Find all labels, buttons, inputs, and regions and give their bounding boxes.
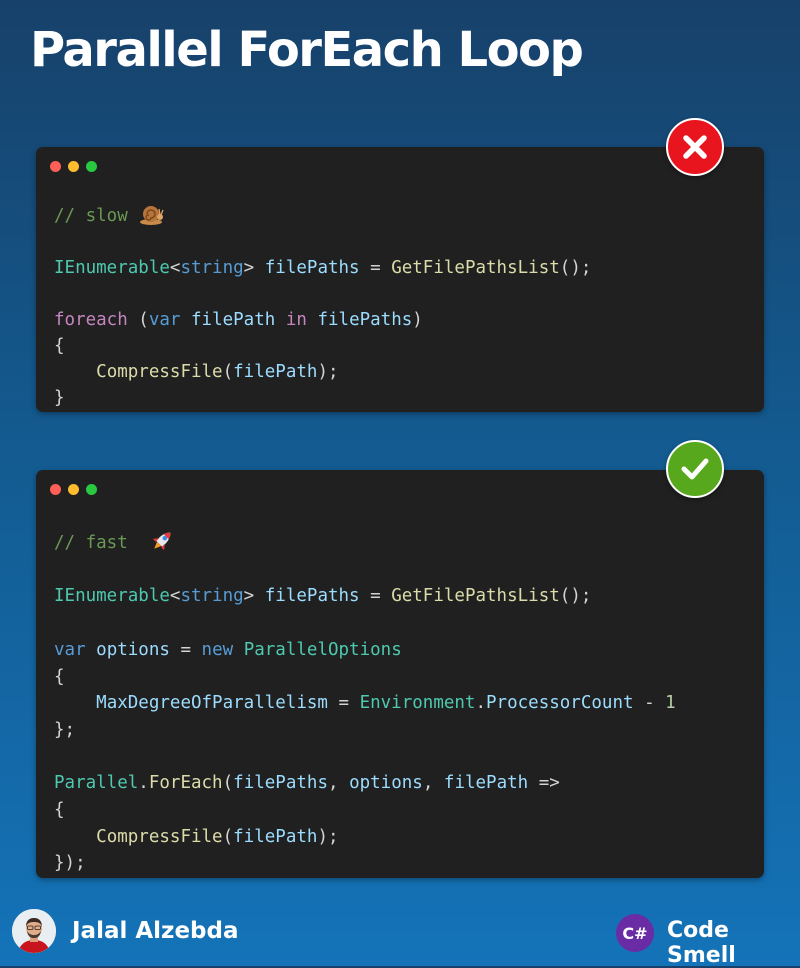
call-end: );	[317, 362, 339, 382]
window-controls	[50, 484, 97, 495]
kw-foreach: foreach	[54, 310, 128, 330]
prop-maxdegree: MaxDegreeOfParallelism	[96, 693, 328, 714]
type-ienumerable: IEnumerable	[54, 258, 170, 278]
page-title: Parallel ForEach Loop	[30, 22, 584, 78]
fast-comment: // fast	[54, 533, 128, 553]
type-environment: Environment	[359, 693, 476, 714]
var-filepath: filePath	[443, 773, 529, 794]
author-name: Jalal Alzebda	[72, 918, 239, 944]
fn-compressfile: CompressFile	[96, 826, 223, 847]
assign-op: =	[359, 258, 392, 278]
var-filepath: filePath	[233, 826, 318, 847]
fn-getfilepathslist: GetFilePathsList	[391, 258, 560, 278]
number-literal: 1	[665, 693, 676, 714]
fn-foreach: ForEach	[148, 773, 223, 794]
angle-close: >	[243, 586, 255, 607]
assign-op: =	[169, 639, 202, 660]
author-avatar	[12, 909, 56, 953]
check-icon	[666, 440, 724, 498]
snail-icon	[138, 206, 164, 226]
call-end: ();	[559, 586, 592, 607]
brace-open: {	[54, 336, 65, 356]
type-ienumerable: IEnumerable	[54, 586, 170, 607]
type-string: string	[180, 258, 244, 278]
type-string: string	[180, 586, 244, 607]
kw-new: new	[201, 639, 234, 660]
fast-code-block: // fast IEnumerable<string> filePaths = …	[54, 528, 676, 877]
brace-close: };	[54, 719, 76, 740]
x-icon	[666, 118, 724, 176]
maximize-dot	[86, 484, 97, 495]
brace-close: }	[54, 388, 65, 408]
prop-processorcount: ProcessorCount	[486, 693, 634, 714]
slow-comment: // slow	[54, 206, 128, 226]
rocket-icon	[149, 532, 175, 553]
maximize-dot	[86, 161, 97, 172]
var-options: options	[349, 773, 423, 794]
paren-open: (	[222, 826, 234, 847]
csharp-logo-icon: C#	[616, 914, 654, 952]
minus-op: -	[633, 693, 666, 714]
type-paralleloptions: ParallelOptions	[243, 639, 402, 660]
paren-open: (	[222, 773, 234, 794]
var-filepaths: filePaths	[264, 258, 360, 278]
slow-code-block: // slow IEnumerable<string> filePaths = …	[54, 202, 591, 411]
minimize-dot	[68, 161, 79, 172]
angle-open: <	[169, 258, 181, 278]
fn-compressfile: CompressFile	[96, 362, 223, 382]
var-options: options	[96, 639, 170, 660]
var-filepath: filePath	[191, 310, 276, 330]
brace-open: {	[54, 800, 65, 821]
assign-op: =	[359, 586, 392, 607]
brand-name: Code Smell	[667, 918, 736, 968]
fn-getfilepathslist: GetFilePathsList	[391, 586, 560, 607]
brace-open: {	[54, 666, 65, 687]
comma: ,	[422, 773, 444, 794]
slow-code-window: // slow IEnumerable<string> filePaths = …	[36, 147, 764, 412]
minimize-dot	[68, 484, 79, 495]
lambda-arrow: =>	[528, 773, 560, 794]
comma: ,	[327, 773, 350, 794]
member-dot: .	[138, 773, 149, 794]
paren-open: (	[127, 310, 149, 330]
kw-var: var	[54, 639, 86, 660]
var-filepath: filePath	[233, 362, 318, 382]
angle-open: <	[169, 586, 181, 607]
var-filepaths: filePaths	[233, 773, 328, 794]
angle-close: >	[243, 258, 255, 278]
call-end: ();	[559, 258, 592, 278]
paren-close: )	[412, 310, 423, 330]
close-lambda: });	[54, 853, 86, 874]
window-controls	[50, 161, 97, 172]
fast-code-window: // fast IEnumerable<string> filePaths = …	[36, 470, 764, 878]
var-filepaths: filePaths	[317, 310, 413, 330]
close-dot	[50, 161, 61, 172]
call-end: );	[317, 826, 339, 847]
var-filepaths: filePaths	[264, 586, 360, 607]
assign-op: =	[327, 693, 360, 714]
type-parallel: Parallel	[54, 773, 139, 794]
kw-var: var	[148, 310, 181, 330]
kw-in: in	[285, 310, 307, 330]
close-dot	[50, 484, 61, 495]
member-dot: .	[475, 693, 487, 714]
paren-open: (	[222, 362, 234, 382]
